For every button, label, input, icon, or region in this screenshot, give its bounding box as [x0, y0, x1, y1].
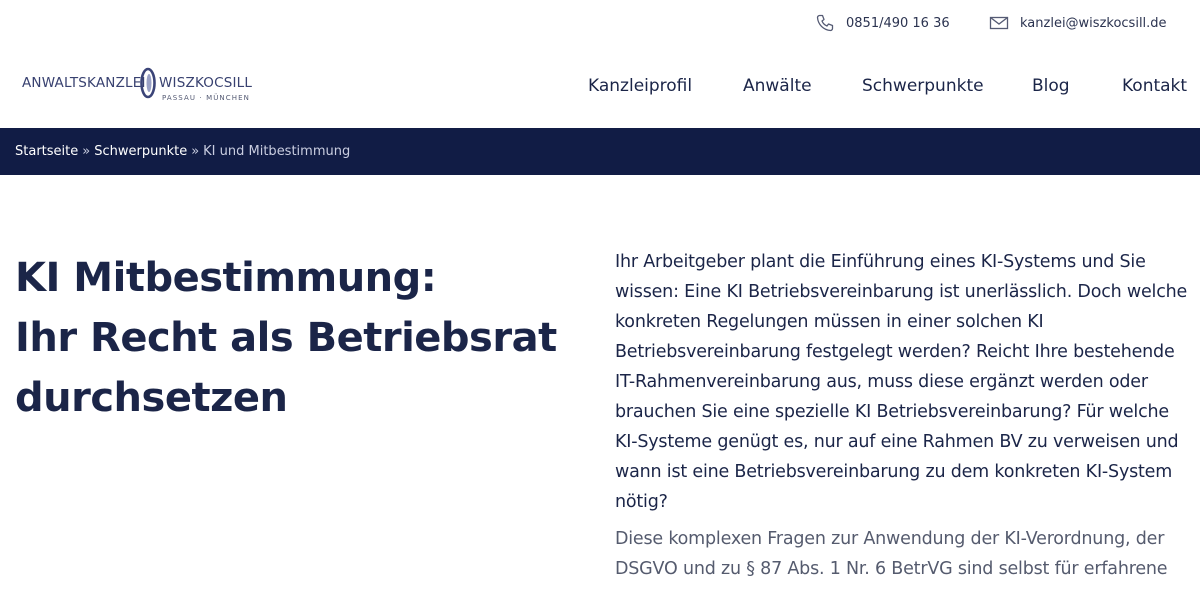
email-contact-link[interactable]: kanzlei@wiszkocsill.de [988, 12, 1167, 34]
breadcrumb-home[interactable]: Startseite [15, 144, 78, 159]
page-title: KI Mitbestimmung: Ihr Recht als Betriebs… [15, 248, 585, 428]
breadcrumb-separator: » [191, 144, 200, 159]
intro-content: Ihr Arbeitgeber plant die Einführung ein… [615, 247, 1190, 584]
nav-item-anwaelte[interactable]: Anwälte [743, 76, 812, 96]
page-title-line: Ihr Recht als Betriebsrat [15, 315, 557, 361]
phone-contact-link[interactable]: 0851/490 16 36 [814, 12, 950, 34]
phone-number: 0851/490 16 36 [846, 15, 950, 31]
phone-icon [814, 12, 836, 34]
page-title-line: KI Mitbestimmung: [15, 255, 437, 301]
top-contact-bar: 0851/490 16 36 kanzlei@wiszkocsill.de [0, 0, 1200, 50]
breadcrumb: Startseite» Schwerpunkte» KI und Mitbestim… [15, 144, 350, 159]
breadcrumb-section[interactable]: Schwerpunkte [94, 144, 187, 159]
nav-item-blog[interactable]: Blog [1032, 76, 1070, 96]
nav-item-kontakt[interactable]: Kontakt [1122, 76, 1187, 96]
breadcrumb-bar: Startseite» Schwerpunkte» KI und Mitbestim… [0, 128, 1200, 175]
secondary-paragraph: Diese komplexen Fragen zur Anwendung der… [615, 529, 1168, 579]
breadcrumb-current: KI und Mitbestimmung [203, 144, 351, 159]
mail-icon [988, 12, 1010, 34]
nav-item-schwerpunkte[interactable]: Schwerpunkte [862, 76, 984, 96]
breadcrumb-separator: » [82, 144, 91, 159]
email-address: kanzlei@wiszkocsill.de [1020, 15, 1167, 31]
nav-item-kanzleiprofil[interactable]: Kanzleiprofil [588, 76, 692, 96]
main-navigation: Kanzleiprofil Anwälte Schwerpunkte Blog … [0, 76, 1200, 102]
intro-paragraph: Ihr Arbeitgeber plant die Einführung ein… [615, 252, 1188, 512]
page-title-line: durchsetzen [15, 375, 288, 421]
